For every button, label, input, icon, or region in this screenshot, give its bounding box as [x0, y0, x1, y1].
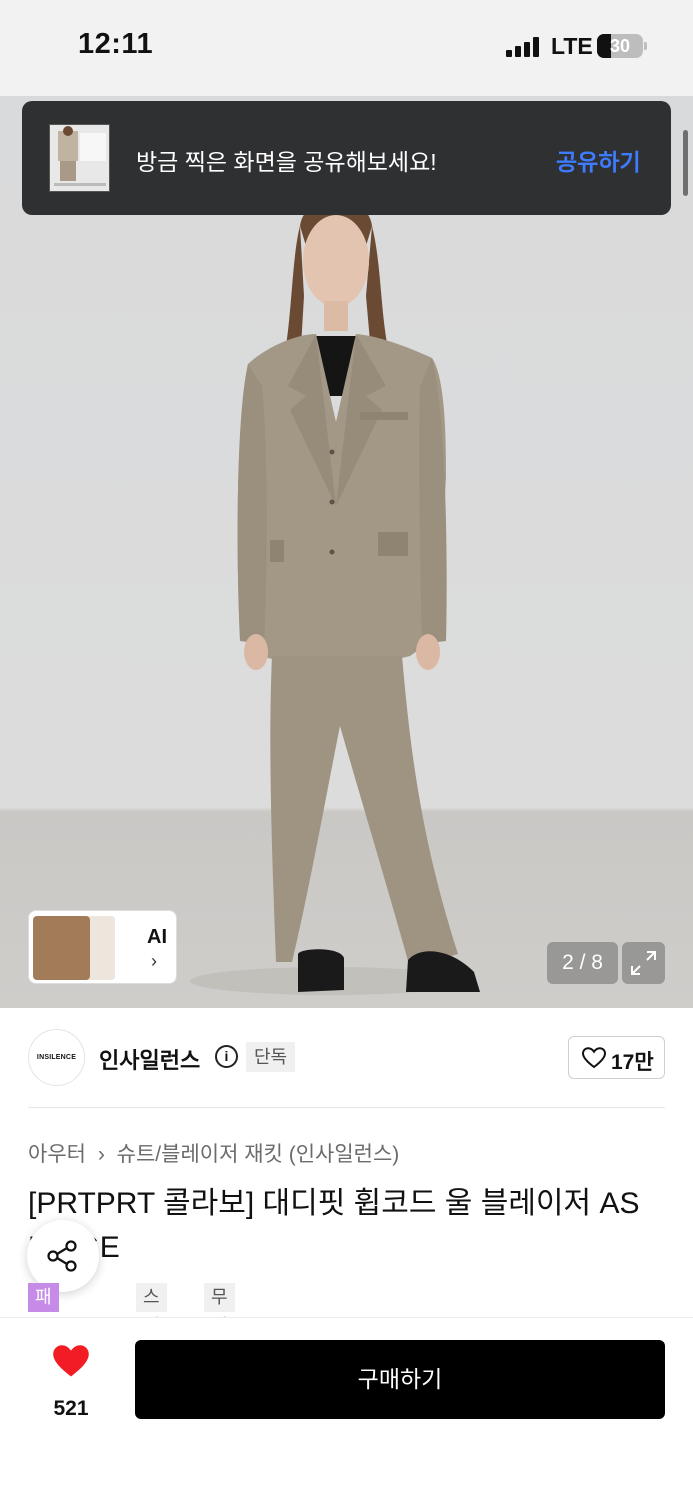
brand-name[interactable]: 인사일런스 — [99, 1043, 200, 1075]
breadcrumb-separator: › — [97, 1143, 105, 1166]
status-bar: 12:11 LTE 30 — [0, 0, 693, 96]
ai-recommendation-button[interactable]: AI › — [28, 910, 177, 984]
tag-special[interactable]: 스페셜 — [136, 1283, 167, 1365]
bottom-action-bar: 521 구매하기 — [0, 1317, 693, 1500]
share-toast: 방금 찍은 화면을 공유해보세요! 공유하기 — [22, 101, 671, 215]
toast-message: 방금 찍은 화면을 공유해보세요! — [136, 149, 437, 175]
tag-musinsa-exclusive[interactable]: 무신사단독 — [204, 1283, 235, 1423]
breadcrumb: 아우터 › 슈트/블레이저 재킷 (인사일런스) — [28, 1138, 405, 1168]
divider — [28, 1107, 665, 1108]
breadcrumb-category[interactable]: 아우터 — [28, 1143, 86, 1166]
share-icon — [47, 1240, 77, 1272]
chevron-right-icon: › — [151, 951, 157, 971]
signal-icon — [506, 37, 542, 57]
brand-like-button[interactable]: 17만 — [568, 1036, 665, 1079]
product-page: 12:11 LTE 30 방금 찍은 화면을 공유해보세요! 공유하기 AI ›… — [0, 0, 693, 1500]
screenshot-thumbnail[interactable] — [49, 124, 110, 192]
share-button[interactable] — [27, 1220, 99, 1292]
expand-icon[interactable] — [622, 942, 665, 984]
exclusive-badge: 단독 — [246, 1042, 296, 1072]
product-title: [PRTPRT 콜라보] 대디핏 휩코드 울 블레이저 AS BEIGE — [28, 1187, 640, 1264]
brand-logo[interactable]: INSILENCE — [28, 1029, 85, 1086]
ai-label: AI — [147, 926, 167, 948]
wishlist-count: 521 — [53, 1397, 89, 1420]
info-icon[interactable]: i — [215, 1045, 238, 1068]
battery-icon: 30 — [597, 34, 643, 58]
brand-like-count: 17만 — [611, 1051, 654, 1074]
heart-outline-icon — [582, 1047, 606, 1069]
image-counter: 2 / 8 — [547, 942, 618, 984]
heart-filled-icon — [53, 1345, 89, 1377]
battery-level: 30 — [609, 36, 631, 56]
model-illustration — [190, 200, 480, 995]
scrollbar[interactable] — [683, 130, 688, 196]
tag-fashion-festa[interactable]: 패션 페스타 — [28, 1283, 59, 1423]
toast-share-button[interactable]: 공유하기 — [556, 143, 641, 177]
buy-button[interactable]: 구매하기 — [135, 1340, 665, 1419]
product-image[interactable] — [0, 96, 693, 1008]
ai-thumbnail — [33, 916, 90, 980]
breadcrumb-subcategory[interactable]: 슈트/블레이저 재킷 (인사일런스) — [117, 1143, 400, 1166]
network-label: LTE — [551, 33, 593, 59]
status-time: 12:11 — [78, 28, 154, 60]
wishlist-button[interactable]: 521 — [44, 1344, 98, 1422]
